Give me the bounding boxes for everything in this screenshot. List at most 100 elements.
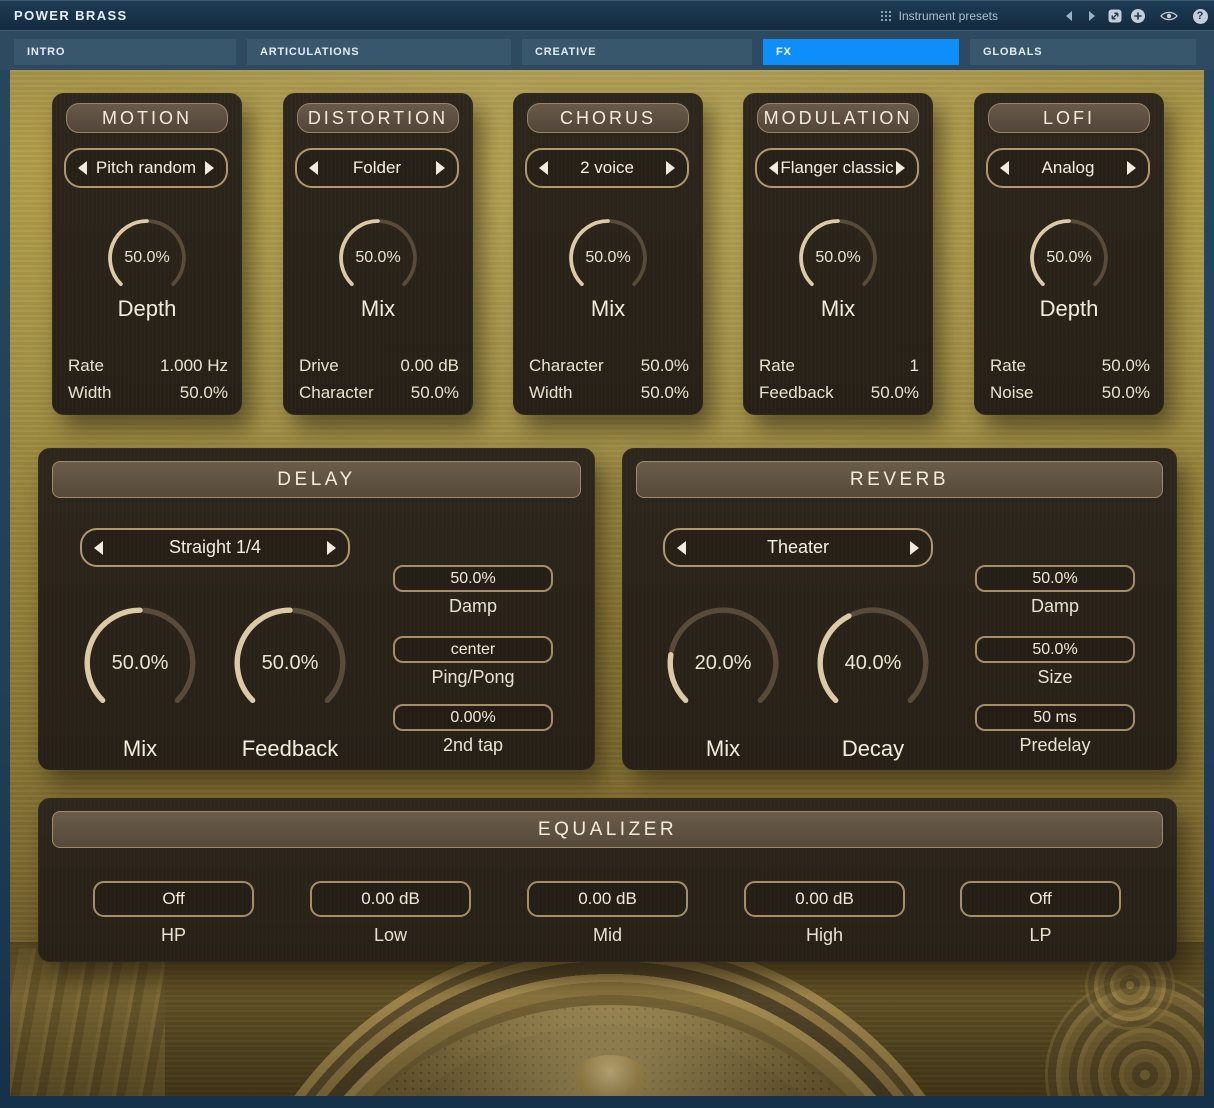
distortion-drive-param[interactable]: Drive 0.00 dB bbox=[283, 355, 473, 377]
knob-value: 50.0% bbox=[566, 216, 650, 300]
lofi-depth-knob[interactable]: 50.0% bbox=[1027, 216, 1111, 300]
chorus-mix-knob[interactable]: 50.0% bbox=[566, 216, 650, 300]
eq-mid-box[interactable]: 0.00 dB bbox=[527, 881, 688, 917]
motion-rate-param[interactable]: Rate 1.000 Hz bbox=[52, 355, 242, 377]
prev-arrow-icon[interactable] bbox=[769, 161, 778, 175]
instrument-presets-button[interactable]: Instrument presets bbox=[880, 1, 998, 31]
next-arrow-icon[interactable] bbox=[896, 161, 905, 175]
eq-high-box[interactable]: 0.00 dB bbox=[744, 881, 905, 917]
next-arrow-icon[interactable] bbox=[910, 541, 919, 555]
prev-arrow-icon[interactable] bbox=[539, 161, 548, 175]
knob-value: 20.0% bbox=[663, 603, 783, 723]
distortion-character-param[interactable]: Character 50.0% bbox=[283, 382, 473, 404]
next-preset-button[interactable] bbox=[1082, 5, 1102, 27]
prev-arrow-icon[interactable] bbox=[78, 161, 87, 175]
prev-arrow-icon[interactable] bbox=[309, 161, 318, 175]
box-value: Off bbox=[1029, 889, 1051, 909]
delay-mix-knob[interactable]: 50.0% bbox=[80, 603, 200, 723]
panel-distortion: DISTORTION Folder 50.0% Mix Drive 0.00 d… bbox=[283, 93, 473, 415]
prev-arrow-icon[interactable] bbox=[677, 541, 686, 555]
box-label: High bbox=[744, 925, 905, 946]
eq-hp-box[interactable]: Off bbox=[93, 881, 254, 917]
next-arrow-icon bbox=[1089, 11, 1095, 21]
swirl-ornament bbox=[1045, 975, 1204, 1096]
next-arrow-icon[interactable] bbox=[666, 161, 675, 175]
box-label: Ping/Pong bbox=[393, 667, 553, 688]
modulation-feedback-param[interactable]: Feedback 50.0% bbox=[743, 382, 933, 404]
panel-title-text: CHORUS bbox=[560, 108, 656, 129]
tab-fx[interactable]: FX bbox=[763, 39, 959, 65]
reverb-mix-knob[interactable]: 20.0% bbox=[663, 603, 783, 723]
tab-intro[interactable]: INTRO bbox=[14, 39, 236, 65]
box-value: 0.00 dB bbox=[795, 889, 854, 909]
modulation-type-selector[interactable]: Flanger classic bbox=[755, 148, 919, 188]
eq-lp-box[interactable]: Off bbox=[960, 881, 1121, 917]
reverb-damp-box[interactable]: 50.0% bbox=[975, 565, 1135, 592]
resize-button[interactable] bbox=[1105, 5, 1125, 27]
eq-low-box[interactable]: 0.00 dB bbox=[310, 881, 471, 917]
next-arrow-icon[interactable] bbox=[205, 161, 214, 175]
modulation-mix-knob[interactable]: 50.0% bbox=[796, 216, 880, 300]
lofi-type-selector[interactable]: Analog bbox=[986, 148, 1150, 188]
panel-title: REVERB bbox=[636, 461, 1163, 498]
param-value: 50.0% bbox=[871, 383, 919, 403]
tab-globals[interactable]: GLOBALS bbox=[970, 39, 1196, 65]
modulation-rate-param[interactable]: Rate 1 bbox=[743, 355, 933, 377]
param-label: Noise bbox=[990, 383, 1033, 403]
motion-width-param[interactable]: Width 50.0% bbox=[52, 382, 242, 404]
next-arrow-icon[interactable] bbox=[436, 161, 445, 175]
delay-pingpong-box[interactable]: center bbox=[393, 636, 553, 663]
tab-creative[interactable]: CREATIVE bbox=[522, 39, 752, 65]
distortion-type-selector[interactable]: Folder bbox=[295, 148, 459, 188]
knob-label: Mix bbox=[80, 736, 200, 762]
distortion-mix-knob[interactable]: 50.0% bbox=[336, 216, 420, 300]
panel-title: LOFI bbox=[988, 103, 1150, 133]
reverb-predelay-box[interactable]: 50 ms bbox=[975, 704, 1135, 731]
box-label: Low bbox=[310, 925, 471, 946]
add-button[interactable] bbox=[1128, 5, 1148, 27]
box-label: 2nd tap bbox=[393, 735, 553, 756]
param-label: Drive bbox=[299, 356, 339, 376]
param-label: Rate bbox=[990, 356, 1026, 376]
knob-label: Mix bbox=[283, 296, 473, 322]
param-value: 1.000 Hz bbox=[160, 356, 228, 376]
next-arrow-icon[interactable] bbox=[1127, 161, 1136, 175]
lofi-rate-param[interactable]: Rate 50.0% bbox=[974, 355, 1164, 377]
eye-button[interactable] bbox=[1159, 5, 1179, 27]
motion-type-selector[interactable]: Pitch random bbox=[64, 148, 228, 188]
chorus-character-param[interactable]: Character 50.0% bbox=[513, 355, 703, 377]
reverb-space-selector[interactable]: Theater bbox=[663, 528, 933, 567]
next-arrow-icon[interactable] bbox=[327, 541, 336, 555]
param-value: 50.0% bbox=[641, 383, 689, 403]
help-button[interactable]: ? bbox=[1190, 5, 1210, 27]
tab-label: FX bbox=[776, 46, 792, 58]
knob-value: 50.0% bbox=[336, 216, 420, 300]
panel-title-text: REVERB bbox=[850, 469, 949, 491]
prev-preset-button[interactable] bbox=[1059, 5, 1079, 27]
chorus-width-param[interactable]: Width 50.0% bbox=[513, 382, 703, 404]
prev-arrow-icon[interactable] bbox=[1000, 161, 1009, 175]
param-value: 1 bbox=[910, 356, 919, 376]
knob-value: 50.0% bbox=[80, 603, 200, 723]
tab-articulations[interactable]: ARTICULATIONS bbox=[247, 39, 511, 65]
knob-value: 50.0% bbox=[796, 216, 880, 300]
chorus-type-selector[interactable]: 2 voice bbox=[525, 148, 689, 188]
delay-feedback-knob[interactable]: 50.0% bbox=[230, 603, 350, 723]
reverb-size-box[interactable]: 50.0% bbox=[975, 636, 1135, 663]
param-value: 50.0% bbox=[641, 356, 689, 376]
prev-arrow-icon[interactable] bbox=[94, 541, 103, 555]
delay-2ndtap-box[interactable]: 0.00% bbox=[393, 704, 553, 731]
panel-title: DISTORTION bbox=[297, 103, 459, 133]
tab-label: GLOBALS bbox=[983, 46, 1042, 58]
delay-damp-box[interactable]: 50.0% bbox=[393, 565, 553, 592]
eq-band-lp: Off LP bbox=[960, 798, 1121, 962]
selector-value: 2 voice bbox=[580, 158, 634, 178]
lofi-noise-param[interactable]: Noise 50.0% bbox=[974, 382, 1164, 404]
reverb-decay-knob[interactable]: 40.0% bbox=[813, 603, 933, 723]
plugin-window: POWER BRASS Instrument presets bbox=[0, 0, 1214, 1108]
delay-mode-selector[interactable]: Straight 1/4 bbox=[80, 528, 350, 567]
bottom-shade bbox=[10, 942, 1204, 1096]
prev-arrow-icon bbox=[1066, 11, 1072, 21]
speaker-grille-ornament bbox=[265, 1005, 955, 1096]
motion-depth-knob[interactable]: 50.0% bbox=[105, 216, 189, 300]
